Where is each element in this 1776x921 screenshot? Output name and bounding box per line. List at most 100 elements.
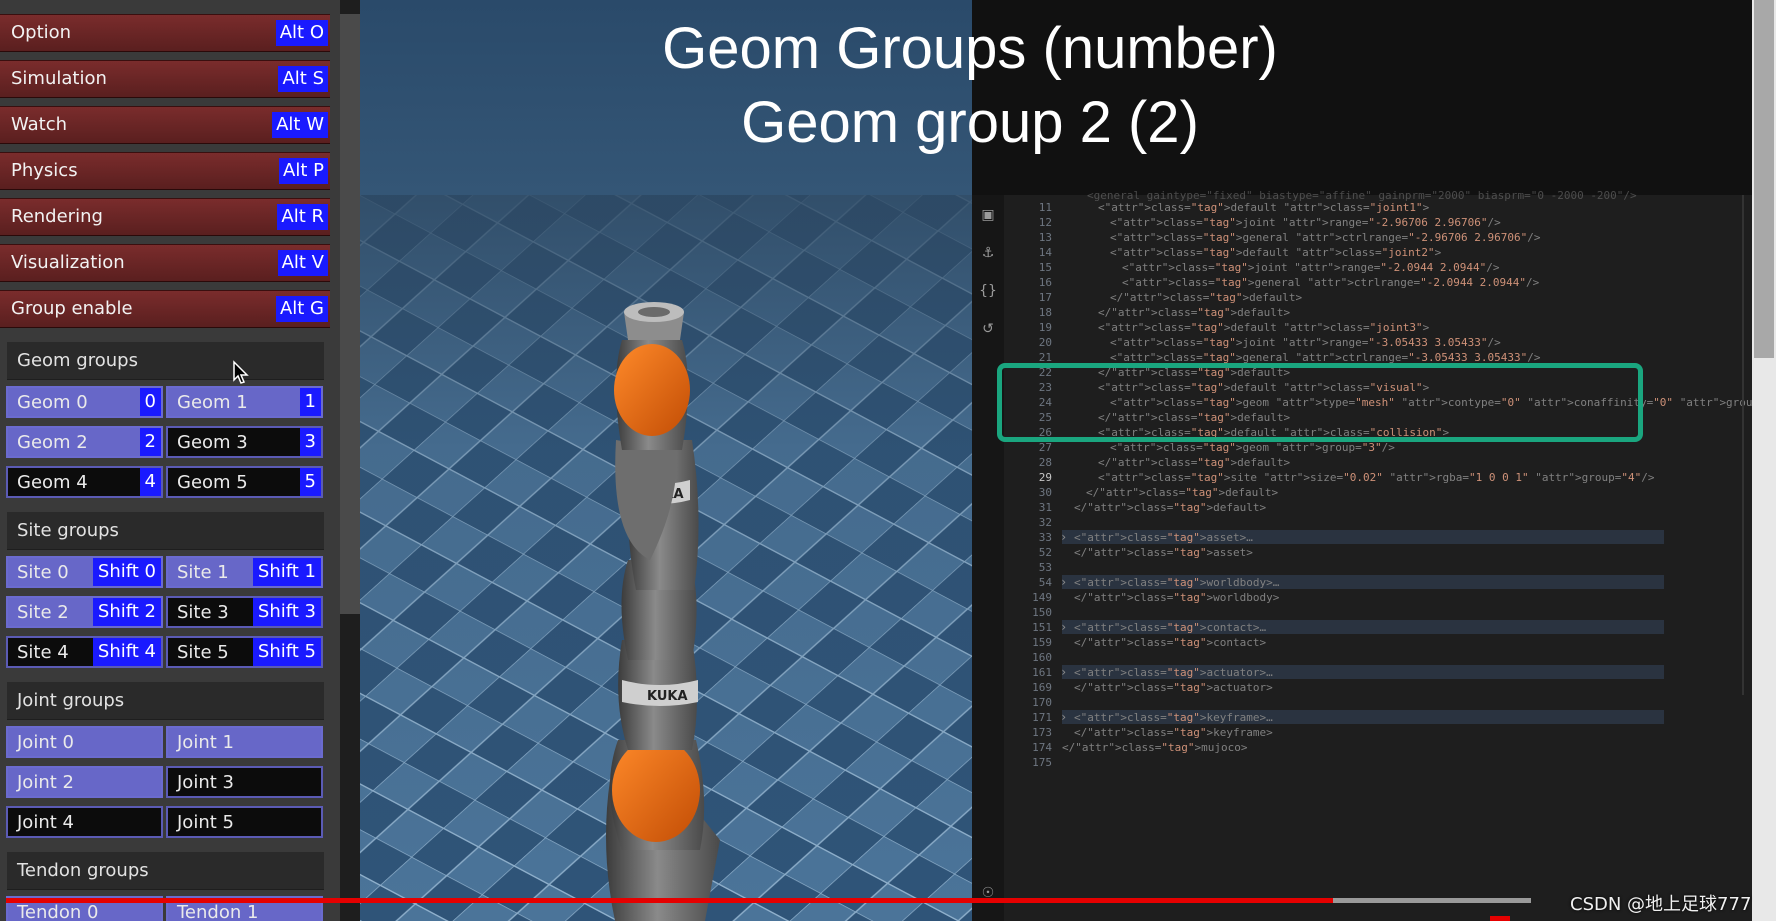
line-number: 53 bbox=[1038, 561, 1052, 574]
section-title: Site groups bbox=[17, 520, 119, 541]
source-control-icon[interactable]: ↺ bbox=[978, 321, 998, 341]
code-line: </"attr">class="tag">worldbody> bbox=[1074, 591, 1280, 604]
joint-4-toggle[interactable]: Joint 4 bbox=[6, 806, 163, 838]
code-line: <"attr">class="tag">general "attr">ctrlr… bbox=[1122, 276, 1540, 289]
site-5-toggle[interactable]: Site 5 Shift 5 bbox=[166, 636, 323, 668]
geom-5-toggle[interactable]: Geom 5 5 bbox=[166, 466, 323, 498]
code-line: <"attr">class="tag">joint "attr">range="… bbox=[1110, 336, 1501, 349]
toggle-label: Joint 4 bbox=[17, 812, 74, 833]
toggle-label: Joint 2 bbox=[17, 772, 74, 793]
code-line: <"attr">class="tag">default "attr">class… bbox=[1110, 246, 1442, 259]
menu-label: Visualization bbox=[11, 252, 125, 273]
geom-4-toggle[interactable]: Geom 4 4 bbox=[6, 466, 163, 498]
shortcut-badge: 1 bbox=[299, 388, 321, 416]
menu-simulation-button[interactable]: Simulation Alt S bbox=[0, 60, 330, 98]
video-caption: Geom Groups (number) Geom group 2 (2) bbox=[560, 12, 1380, 160]
site-groups-header[interactable]: Site groups bbox=[7, 512, 324, 550]
shortcut-badge: Shift 0 bbox=[92, 558, 161, 586]
highlight-box bbox=[997, 363, 1643, 442]
line-number: 15 bbox=[1038, 261, 1052, 274]
video-progress-fill[interactable] bbox=[6, 898, 1333, 903]
geom-groups-header[interactable]: Geom groups bbox=[7, 342, 324, 380]
activity-bar: ▣ ⚓ {} ↺ ☉ bbox=[972, 195, 1004, 921]
code-line: </"attr">class="tag">actuator> bbox=[1074, 681, 1273, 694]
toggle-label: Site 2 bbox=[17, 602, 69, 623]
shortcut-badge: Alt O bbox=[275, 20, 328, 46]
line-number: 149 bbox=[1032, 591, 1052, 604]
toggle-label: Tendon 0 bbox=[17, 902, 99, 921]
docker-icon[interactable]: ⚓ bbox=[978, 245, 998, 265]
toggle-label: Joint 5 bbox=[177, 812, 234, 833]
caption-line-1: Geom Groups (number) bbox=[662, 16, 1278, 81]
shortcut-badge: Shift 3 bbox=[252, 598, 321, 626]
line-number: 19 bbox=[1038, 321, 1052, 334]
code-line: </"attr">class="tag">keyframe> bbox=[1074, 726, 1273, 739]
shortcut-badge: Alt S bbox=[278, 66, 328, 92]
json-icon[interactable]: {} bbox=[978, 283, 998, 303]
geom-1-toggle[interactable]: Geom 1 1 bbox=[166, 386, 323, 418]
line-number: 170 bbox=[1032, 696, 1052, 709]
geom-3-toggle[interactable]: Geom 3 3 bbox=[166, 426, 323, 458]
chevron-right-icon[interactable]: › bbox=[1060, 710, 1067, 724]
joint-1-toggle[interactable]: Joint 1 bbox=[166, 726, 323, 758]
shortcut-badge: Alt G bbox=[275, 296, 328, 322]
chevron-right-icon[interactable]: › bbox=[1060, 665, 1067, 679]
tendon-groups-header[interactable]: Tendon groups bbox=[7, 852, 324, 890]
code-line: </"attr">class="tag">default> bbox=[1074, 501, 1267, 514]
toggle-label: Geom 3 bbox=[177, 432, 248, 453]
panel-scrollbar-thumb[interactable] bbox=[340, 14, 360, 614]
joint-0-toggle[interactable]: Joint 0 bbox=[6, 726, 163, 758]
site-3-toggle[interactable]: Site 3 Shift 3 bbox=[166, 596, 323, 628]
code-line: <"attr">class="tag">joint "attr">range="… bbox=[1110, 216, 1501, 229]
menu-watch-button[interactable]: Watch Alt W bbox=[0, 106, 330, 144]
menu-group-enable-button[interactable]: Group enable Alt G bbox=[0, 290, 330, 328]
line-number: 11 bbox=[1038, 201, 1052, 214]
chevron-right-icon[interactable]: › bbox=[1060, 575, 1067, 589]
mouse-cursor-icon bbox=[233, 360, 249, 384]
toggle-label: Geom 2 bbox=[17, 432, 88, 453]
kuka-logo: KUKA bbox=[647, 689, 688, 704]
page-scrollbar-thumb[interactable] bbox=[1754, 0, 1774, 358]
line-number: 54 bbox=[1038, 576, 1052, 589]
joint-5-toggle[interactable]: Joint 5 bbox=[166, 806, 323, 838]
geom-0-toggle[interactable]: Geom 0 0 bbox=[6, 386, 163, 418]
code-line: <"attr">class="tag">general "attr">ctrlr… bbox=[1110, 231, 1541, 244]
shortcut-badge: Shift 2 bbox=[92, 598, 161, 626]
line-number: 16 bbox=[1038, 276, 1052, 289]
line-number: 31 bbox=[1038, 501, 1052, 514]
code-line: </"attr">class="tag">asset> bbox=[1074, 546, 1253, 559]
site-2-toggle[interactable]: Site 2 Shift 2 bbox=[6, 596, 163, 628]
menu-physics-button[interactable]: Physics Alt P bbox=[0, 152, 330, 190]
site-0-toggle[interactable]: Site 0 Shift 0 bbox=[6, 556, 163, 588]
toggle-label: Site 0 bbox=[17, 562, 69, 583]
code-line: <"attr">class="tag">worldbody>… bbox=[1074, 576, 1280, 589]
joint-3-toggle[interactable]: Joint 3 bbox=[166, 766, 323, 798]
line-number: 13 bbox=[1038, 231, 1052, 244]
toggle-label: Geom 0 bbox=[17, 392, 88, 413]
line-number: 169 bbox=[1032, 681, 1052, 694]
shortcut-badge: 0 bbox=[139, 388, 161, 416]
chevron-right-icon[interactable]: › bbox=[1060, 530, 1067, 544]
geom-2-toggle[interactable]: Geom 2 2 bbox=[6, 426, 163, 458]
chevron-right-icon[interactable]: › bbox=[1060, 620, 1067, 634]
toggle-label: Geom 5 bbox=[177, 472, 248, 493]
menu-option-button[interactable]: Option Alt O bbox=[0, 14, 330, 52]
line-number: 150 bbox=[1032, 606, 1052, 619]
toggle-label: Geom 1 bbox=[177, 392, 248, 413]
shortcut-badge: 3 bbox=[299, 428, 321, 456]
remote-explorer-icon[interactable]: ▣ bbox=[978, 207, 998, 227]
menu-label: Physics bbox=[11, 160, 78, 181]
line-number: 159 bbox=[1032, 636, 1052, 649]
joint-2-toggle[interactable]: Joint 2 bbox=[6, 766, 163, 798]
site-4-toggle[interactable]: Site 4 Shift 4 bbox=[6, 636, 163, 668]
menu-rendering-button[interactable]: Rendering Alt R bbox=[0, 198, 330, 236]
joint-groups-header[interactable]: Joint groups bbox=[7, 682, 324, 720]
orange-joint-cover bbox=[612, 738, 700, 842]
menu-visualization-button[interactable]: Visualization Alt V bbox=[0, 244, 330, 282]
line-number: 161 bbox=[1032, 666, 1052, 679]
site-1-toggle[interactable]: Site 1 Shift 1 bbox=[166, 556, 323, 588]
toggle-label: Site 3 bbox=[177, 602, 229, 623]
shortcut-badge: 2 bbox=[139, 428, 161, 456]
code-line: <"attr">class="tag">actuator>… bbox=[1074, 666, 1273, 679]
toggle-label: Joint 0 bbox=[17, 732, 74, 753]
